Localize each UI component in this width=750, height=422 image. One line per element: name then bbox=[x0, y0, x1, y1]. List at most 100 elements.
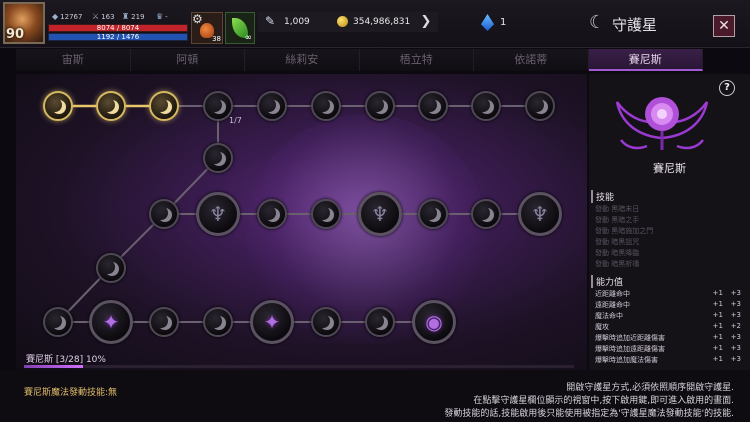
progress-label: 賽尼斯 [3/28] 10% bbox=[26, 355, 106, 365]
moon-icon bbox=[476, 206, 490, 220]
moon-icon bbox=[316, 314, 330, 328]
trophy-icon: ♛ bbox=[156, 12, 164, 21]
constellation-board: 1/7 ♆ ♆ ♆ ✦ ✦ ◉ 賽尼斯 [3/28] 10% bbox=[16, 74, 587, 370]
stat-defense: ♜ 219 bbox=[122, 12, 145, 21]
sword-icon: ⚔ bbox=[92, 12, 100, 21]
tab-zeus[interactable]: 宙斯 bbox=[16, 49, 131, 71]
stat-row: 爆擊時追加魔法傷害 +1 +3 bbox=[595, 355, 741, 364]
skill-item: 發動 黑暗之手 bbox=[595, 216, 640, 224]
star-node-12[interactable] bbox=[149, 199, 179, 229]
help-text-line: 發動技能的話,技能啟用後只能使用被指定為'守護星魔法發動技能'的技能. bbox=[444, 409, 734, 419]
power-icon: ◆ bbox=[52, 12, 59, 21]
star-node-20[interactable] bbox=[203, 307, 233, 337]
star-node-13[interactable] bbox=[257, 199, 287, 229]
star-node-skill-3[interactable]: ♆ bbox=[518, 192, 562, 236]
blue-gem-icon bbox=[481, 14, 494, 31]
star-node-1[interactable] bbox=[43, 91, 73, 121]
moon-icon bbox=[476, 98, 490, 112]
moon-icon bbox=[316, 98, 330, 112]
gold-coin-icon bbox=[337, 16, 348, 27]
bottom-info-bar: 賽尼斯魔法發動技能:無 開啟守護星方式,必須依照順序開啟守護星. 在點擊守護星欄… bbox=[0, 370, 750, 422]
guardian-info-panel: ? 賽尼斯 技能 發動 黑暗末日 發動 黑暗之手 發動 黑暗施加之門 發動 暗黑… bbox=[589, 74, 750, 370]
star-node-5[interactable] bbox=[257, 91, 287, 121]
skill-item: 發動 暗黑降臨 bbox=[595, 249, 640, 257]
close-button[interactable]: ✕ bbox=[713, 15, 735, 37]
currency-expand-button[interactable]: ❯ bbox=[418, 13, 434, 31]
hp-text: 8074 / 8074 bbox=[96, 24, 140, 32]
gear-icon[interactable]: ⚙ bbox=[192, 12, 203, 26]
star-node-skill-4[interactable]: ✦ bbox=[89, 300, 133, 344]
character-level: 90 bbox=[6, 27, 25, 42]
tab-aton[interactable]: 阿頓 bbox=[130, 49, 245, 71]
stat-row: 遠距離命中 +1 +3 bbox=[595, 300, 741, 309]
star-node-16[interactable] bbox=[471, 199, 501, 229]
star-node-7[interactable] bbox=[365, 91, 395, 121]
moon-icon bbox=[262, 98, 276, 112]
tab-sainis[interactable]: 賽尼斯 bbox=[588, 49, 703, 71]
skills-section-title: 技能 bbox=[591, 190, 614, 203]
moon-icon bbox=[530, 98, 544, 112]
crystal-count: 1,009 bbox=[284, 17, 310, 27]
mp-bar: 1192 / 1476 bbox=[48, 33, 188, 41]
stat-attack: ⚔ 163 bbox=[92, 12, 115, 21]
stats-section-title: 能力值 bbox=[591, 275, 623, 288]
star-node-17[interactable] bbox=[96, 253, 126, 283]
help-button[interactable]: ? bbox=[719, 80, 735, 96]
moon-icon bbox=[262, 206, 276, 220]
star-node-18[interactable] bbox=[43, 307, 73, 337]
star-node-8[interactable] bbox=[418, 91, 448, 121]
gem-count: 1 bbox=[500, 17, 507, 28]
tab-silian[interactable]: 絲莉安 bbox=[245, 49, 360, 71]
moon-icon bbox=[370, 314, 384, 328]
star-node-15[interactable] bbox=[418, 199, 448, 229]
node-count-label: 1/7 bbox=[229, 116, 242, 125]
moon-icon bbox=[101, 98, 115, 112]
progress-fill bbox=[24, 365, 83, 368]
stat-row: 爆擊時追加近距離傷害 +1 +3 bbox=[595, 333, 741, 342]
moon-icon bbox=[154, 314, 168, 328]
tab-wulit[interactable]: 梧立特 bbox=[359, 49, 474, 71]
progress-track bbox=[24, 365, 574, 368]
star-node-14[interactable] bbox=[311, 199, 341, 229]
potion-count: 38 bbox=[212, 35, 221, 43]
herb-quickslot[interactable]: ∞ bbox=[225, 12, 255, 44]
stat-row: 爆擊時追加遠距離傷害 +1 +3 bbox=[595, 344, 741, 353]
skill-item: 發動 黑暗末日 bbox=[595, 205, 640, 213]
feather-crystal-icon: ✎ bbox=[265, 14, 276, 28]
help-text-line: 開啟守護星方式,必須依照順序開啟守護星. bbox=[566, 383, 734, 393]
rose-emblem-icon bbox=[615, 97, 709, 150]
star-node-6[interactable] bbox=[311, 91, 341, 121]
star-node-11[interactable] bbox=[203, 143, 233, 173]
hp-bar: 8074 / 8074 bbox=[48, 24, 188, 32]
page-title: 守護星 bbox=[612, 16, 658, 34]
moon-icon bbox=[423, 206, 437, 220]
star-node-3[interactable] bbox=[149, 91, 179, 121]
potion-quickslot[interactable]: ⚙ 38 bbox=[191, 12, 223, 44]
guardian-figure-icon: ♆ bbox=[531, 202, 549, 226]
star-node-skill-1[interactable]: ♆ bbox=[196, 192, 240, 236]
dark-rune-icon: ✦ bbox=[102, 310, 120, 334]
moon-icon bbox=[208, 314, 222, 328]
moon-icon bbox=[316, 206, 330, 220]
star-node-skill-2[interactable]: ♆ bbox=[358, 192, 402, 236]
star-node-2[interactable] bbox=[96, 91, 126, 121]
star-node-skill-5[interactable]: ✦ bbox=[250, 300, 294, 344]
skill-item: 發動 暗黑詛咒 bbox=[595, 238, 640, 246]
tab-inodi[interactable]: 依諾蒂 bbox=[474, 49, 589, 71]
moon-icon bbox=[101, 260, 115, 274]
eye-rune-icon: ◉ bbox=[425, 310, 443, 334]
star-node-skill-6[interactable]: ◉ bbox=[412, 300, 456, 344]
star-node-21[interactable] bbox=[311, 307, 341, 337]
mp-text: 1192 / 1476 bbox=[96, 33, 140, 41]
star-node-19[interactable] bbox=[149, 307, 179, 337]
guardian-star-name: 賽尼斯 bbox=[653, 162, 686, 175]
skill-status-text: 賽尼斯魔法發動技能:無 bbox=[24, 388, 118, 398]
shield-icon: ♜ bbox=[122, 12, 130, 21]
moon-icon bbox=[423, 98, 437, 112]
skill-item: 發動 黑暗施加之門 bbox=[595, 227, 654, 235]
dark-rune-icon: ✦ bbox=[263, 310, 281, 334]
star-node-22[interactable] bbox=[365, 307, 395, 337]
star-node-10[interactable] bbox=[525, 91, 555, 121]
star-node-9[interactable] bbox=[471, 91, 501, 121]
guardian-tabs: 宙斯 阿頓 絲莉安 梧立特 依諾蒂 賽尼斯 bbox=[16, 49, 750, 73]
